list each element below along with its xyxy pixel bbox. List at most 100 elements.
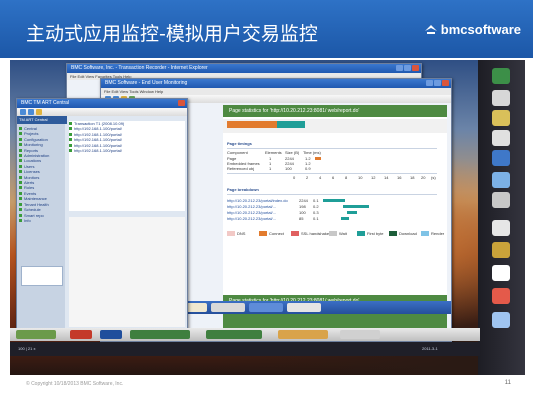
axis-tick: 6 <box>332 175 335 180</box>
window-titlebar: BMC Software, Inc. - Transaction Recorde… <box>67 64 421 73</box>
axis-tick: 20 <box>421 175 426 180</box>
close-icon[interactable] <box>412 65 419 71</box>
taskbar-app[interactable] <box>340 330 380 339</box>
app-icon[interactable] <box>492 288 510 304</box>
legend-label: Wait <box>339 231 347 236</box>
toolbar <box>17 108 187 116</box>
legend-label: Download <box>399 231 417 236</box>
minimize-icon[interactable] <box>426 80 433 86</box>
forward-icon[interactable] <box>28 109 34 115</box>
axis-tick: 4 <box>319 175 322 180</box>
table-cell[interactable]: http://10.20.212.23/portal/... <box>227 210 276 215</box>
app-icon[interactable] <box>492 68 510 84</box>
table-cell: 0.2 <box>313 204 319 209</box>
breakdown-bar <box>323 199 345 202</box>
taskbar-app[interactable] <box>70 330 92 339</box>
details-pane <box>69 217 185 327</box>
app-icon[interactable] <box>492 90 510 106</box>
tree-item[interactable]: http://192.168.1.100/portal/ <box>69 148 185 153</box>
slide-header: 主动式应用监控-模拟用户交易监控 bmcsoftware <box>0 0 533 58</box>
axis-tick: 16 <box>397 175 402 180</box>
legend-label: SSL handshake <box>301 231 330 236</box>
legend-swatch <box>329 231 337 236</box>
app-icon[interactable] <box>492 172 510 188</box>
minimize-icon[interactable] <box>396 65 403 71</box>
taskbar-app[interactable] <box>278 330 328 339</box>
report-url-bar: Page statistics for 'http://10.20.212.23… <box>223 105 447 117</box>
outer-taskbar <box>10 328 480 341</box>
axis-tick: 8 <box>345 175 348 180</box>
nav-tree: Central Projects Configuration Monitorin… <box>19 126 63 236</box>
app-icon[interactable] <box>492 192 510 208</box>
front-window[interactable]: BMC TM ART Central TM ART Central Centra… <box>16 98 188 332</box>
bmc-logo-icon <box>424 23 438 37</box>
legend-label: Connect <box>269 231 284 236</box>
embedded-screenshot: BMC Software, Inc. - Transaction Recorde… <box>10 60 525 375</box>
table-cell[interactable]: http://10.20.212.23/portal/... <box>227 204 276 209</box>
axis-tick: 12 <box>371 175 376 180</box>
window-titlebar: BMC TM ART Central <box>17 99 187 108</box>
legend-swatch <box>227 231 235 236</box>
taskbar-app[interactable] <box>206 330 262 339</box>
mini-bar <box>315 157 321 160</box>
breakdown-bar <box>343 205 369 208</box>
axis-tick: 18 <box>410 175 415 180</box>
legend-label: Render <box>431 231 445 236</box>
close-icon[interactable] <box>442 80 449 86</box>
back-icon[interactable] <box>20 109 26 115</box>
legend-swatch <box>389 231 397 236</box>
browser-icon[interactable] <box>492 150 510 166</box>
timing-bar-orange <box>227 121 277 128</box>
axis-tick: 0 <box>293 175 296 180</box>
app-icon[interactable] <box>492 265 510 281</box>
table-cell: 1 <box>269 166 272 171</box>
taskbar-app[interactable] <box>211 303 245 312</box>
app-icon[interactable] <box>492 312 510 328</box>
logo-text: bmcsoftware <box>440 22 521 37</box>
table-header: Time (ms) <box>303 150 321 155</box>
table-cell: 100 <box>285 166 292 171</box>
table-cell: 85 <box>299 216 304 221</box>
legend-swatch <box>421 231 429 236</box>
home-icon[interactable] <box>36 109 42 115</box>
taskbar-app[interactable] <box>16 330 56 339</box>
nav-item[interactable]: Info <box>19 218 63 223</box>
copyright-text: © Copyright 10/18/2013 BMC Software, Inc… <box>26 381 124 387</box>
menu-bar[interactable]: File Edit View Tools Window Help <box>101 88 451 95</box>
breakdown-bar <box>347 211 357 214</box>
taskbar-app[interactable] <box>249 303 283 312</box>
axis-tick: 2 <box>306 175 309 180</box>
taskbar-app[interactable] <box>100 330 122 339</box>
app-icon[interactable] <box>492 220 510 236</box>
table-cell: 2244 <box>299 198 308 203</box>
status-left: 100 | 21 x <box>18 346 36 351</box>
folder-icon[interactable] <box>492 110 510 126</box>
status-strip: 100 | 21 x 2011-3-1 <box>10 342 480 356</box>
close-icon[interactable] <box>178 100 185 106</box>
table-header: Component <box>227 150 248 155</box>
legend-label: First byte <box>367 231 384 236</box>
section-title: Page breakdown <box>227 187 259 192</box>
divider <box>227 194 437 195</box>
taskbar-app[interactable] <box>130 330 190 339</box>
axis-tick: (s) <box>431 175 436 180</box>
table-cell: 0.1 <box>313 216 319 221</box>
desktop-sidebar <box>478 60 525 375</box>
table-cell[interactable]: http://10.20.212.23/portal/index.do <box>227 198 288 203</box>
table-cell: 198 <box>299 204 306 209</box>
maximize-icon[interactable] <box>434 80 441 86</box>
bmc-logo: bmcsoftware <box>424 22 521 37</box>
axis-tick: 14 <box>384 175 389 180</box>
nav-header: TM ART Central <box>17 116 67 124</box>
breakdown-bar <box>341 217 349 220</box>
slide-title: 主动式应用监控-模拟用户交易监控 <box>26 23 318 45</box>
maximize-icon[interactable] <box>404 65 411 71</box>
document-icon[interactable] <box>492 130 510 146</box>
table-cell: Referenced obj <box>227 166 255 171</box>
taskbar-app[interactable] <box>287 303 321 312</box>
divider <box>227 148 437 149</box>
app-icon[interactable] <box>492 242 510 258</box>
table-cell[interactable]: http://10.20.212.23/portal/... <box>227 216 276 221</box>
legend-swatch <box>357 231 365 236</box>
legend-label: DNS <box>237 231 246 236</box>
